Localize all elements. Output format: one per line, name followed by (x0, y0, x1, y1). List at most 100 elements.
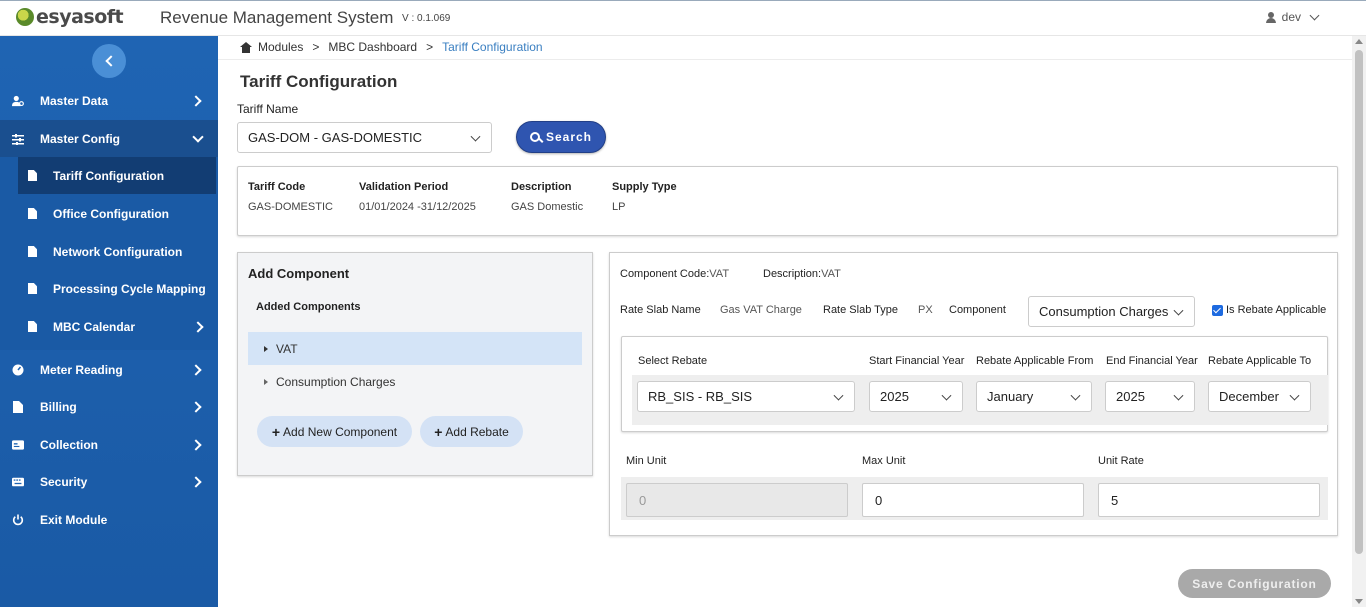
rebate-applicable-label: Is Rebate Applicable (1226, 304, 1327, 316)
component-label: Component (949, 304, 1006, 316)
master-config-submenu: Tariff Configuration Office Configuratio… (0, 157, 218, 350)
chevron-right-icon (190, 439, 202, 451)
max-unit-input[interactable]: 0 (862, 483, 1084, 517)
add-new-component-label: Add New Component (283, 424, 398, 439)
tariff-name-value: GAS-DOM - GAS-DOMESTIC (248, 130, 423, 145)
rebate-applicable-from-value: January (987, 389, 1034, 404)
sidebar-item-collection[interactable]: Collection (0, 426, 218, 464)
add-rebate-label: Add Rebate (445, 424, 509, 439)
user-icon (1265, 11, 1276, 23)
component-item-consumption-charges[interactable]: Consumption Charges (248, 365, 582, 398)
power-icon (12, 514, 24, 526)
select-rebate-value: RB_SIS - RB_SIS (648, 389, 753, 404)
scrollbar-thumb[interactable] (1355, 50, 1363, 554)
sidebar-item-security[interactable]: Security (0, 463, 218, 501)
select-rebate-select[interactable]: RB_SIS - RB_SIS (637, 381, 855, 412)
component-select[interactable]: Consumption Charges (1028, 296, 1195, 327)
breadcrumb-mbc-dashboard[interactable]: MBC Dashboard (328, 40, 417, 54)
top-bar: esyasoft Revenue Management System V : 0… (0, 0, 1366, 36)
min-unit-input: 0 (626, 483, 848, 517)
company-logo: esyasoft (16, 6, 124, 28)
rebate-applicable-to-value: December (1219, 389, 1279, 404)
sidebar-item-meter-reading[interactable]: Meter Reading (0, 351, 218, 389)
breadcrumb-current: Tariff Configuration (442, 40, 543, 54)
component-item-label: VAT (276, 341, 298, 356)
component-detail-panel: Component Code:VAT Description:VAT Rate … (609, 252, 1338, 536)
tariff-code-field: Tariff Code GAS-DOMESTIC (248, 181, 333, 213)
chevron-right-icon (190, 476, 202, 488)
search-icon (529, 132, 540, 142)
sidebar-item-label: Master Data (40, 94, 109, 108)
sidebar-item-office-configuration[interactable]: Office Configuration (18, 195, 216, 232)
end-financial-year-select[interactable]: 2025 (1105, 381, 1195, 412)
component-code-value: VAT (709, 268, 730, 280)
unit-rate-value: 5 (1111, 492, 1119, 508)
sidebar: Master Data Master Config Tariff Configu… (0, 36, 218, 607)
description-field: Description GAS Domestic (511, 181, 583, 213)
component-item-vat[interactable]: VAT (248, 332, 582, 365)
component-code-field: Component Code:VAT (620, 268, 729, 280)
component-description-field: Description:VAT (763, 268, 841, 280)
logo-text: esyasoft (36, 6, 124, 28)
document-icon (12, 401, 24, 413)
document-icon (28, 321, 37, 332)
tariff-name-select[interactable]: GAS-DOM - GAS-DOMESTIC (237, 122, 492, 153)
chevron-down-icon (1289, 390, 1300, 401)
sidebar-item-processing-cycle-mapping[interactable]: Processing Cycle Mapping (18, 270, 216, 307)
rate-slab-type-value: PX (918, 304, 933, 316)
min-unit-header: Min Unit (626, 455, 667, 467)
chevron-right-icon (192, 320, 204, 333)
rebate-applicable-from-select[interactable]: January (976, 381, 1092, 412)
scroll-up-icon[interactable] (1355, 39, 1363, 44)
sidebar-item-label: Collection (40, 438, 99, 452)
add-rebate-button[interactable]: + Add Rebate (420, 416, 523, 447)
scroll-down-icon[interactable] (1355, 599, 1363, 604)
validation-period-value: 01/01/2024 -31/12/2025 (359, 201, 476, 213)
document-icon (28, 170, 37, 181)
app-version: V : 0.1.069 (402, 13, 451, 24)
breadcrumb: Modules > MBC Dashboard > Tariff Configu… (240, 40, 543, 54)
supply-type-field: Supply Type LP (612, 181, 677, 213)
gauge-icon (12, 364, 24, 376)
sidebar-item-master-data[interactable]: Master Data (0, 82, 218, 120)
sidebar-item-master-config[interactable]: Master Config (0, 120, 218, 158)
breadcrumb-divider (218, 59, 1352, 60)
rate-slab-name-value: Gas VAT Charge (720, 304, 802, 316)
user-menu[interactable]: dev (1265, 10, 1320, 24)
search-button[interactable]: Search (516, 121, 606, 153)
rate-slab-type-label: Rate Slab Type (823, 304, 899, 316)
sidebar-item-mbc-calendar[interactable]: MBC Calendar (18, 308, 216, 345)
start-financial-year-select[interactable]: 2025 (869, 381, 963, 412)
save-configuration-button[interactable]: Save Configuration (1178, 569, 1331, 598)
validation-period-label: Validation Period (359, 181, 449, 193)
rebate-applicable-checkbox[interactable] (1212, 305, 1223, 316)
sidebar-item-label: MBC Calendar (53, 319, 136, 334)
rebate-applicable-to-select[interactable]: December (1208, 381, 1311, 412)
sidebar-item-tariff-configuration[interactable]: Tariff Configuration (18, 157, 216, 194)
page-title: Tariff Configuration (240, 72, 398, 91)
add-new-component-button[interactable]: + Add New Component (257, 416, 412, 447)
unit-rate-input[interactable]: 5 (1098, 483, 1320, 517)
caret-right-icon (264, 378, 268, 385)
breadcrumb-separator: > (426, 40, 434, 54)
component-select-value: Consumption Charges (1039, 304, 1169, 319)
document-icon (28, 246, 37, 257)
max-unit-value: 0 (875, 492, 883, 508)
sidebar-item-label: Tariff Configuration (53, 168, 165, 183)
vertical-scrollbar[interactable] (1352, 36, 1366, 607)
description-value: GAS Domestic (511, 201, 584, 213)
sidebar-item-billing[interactable]: Billing (0, 388, 218, 426)
description-label: Description (511, 181, 572, 193)
chevron-down-icon (1070, 390, 1081, 401)
end-financial-year-value: 2025 (1116, 389, 1145, 404)
validation-period-field: Validation Period 01/01/2024 -31/12/2025 (359, 181, 476, 213)
sidebar-item-label: Master Config (40, 132, 121, 146)
breadcrumb-modules[interactable]: Modules (258, 40, 303, 54)
collapse-sidebar-button[interactable] (92, 44, 126, 78)
sidebar-item-exit-module[interactable]: Exit Module (0, 501, 218, 539)
rebate-applicable-from-header: Rebate Applicable From (976, 355, 1094, 367)
sidebar-item-network-configuration[interactable]: Network Configuration (18, 233, 216, 270)
user-gear-icon (12, 95, 24, 107)
rebate-row: RB_SIS - RB_SIS 2025 January 2025 Decemb… (632, 375, 1328, 425)
home-icon[interactable] (240, 41, 252, 53)
